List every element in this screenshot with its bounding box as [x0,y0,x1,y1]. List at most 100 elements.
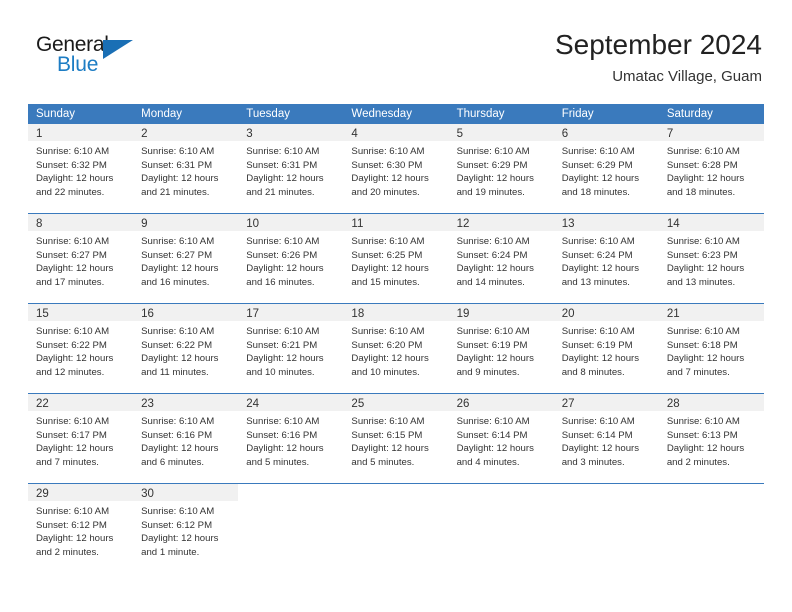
daylight-text-line2: and 2 minutes. [36,546,99,558]
day-cell[interactable]: 5 Sunrise: 6:10 AM Sunset: 6:29 PM Daylight… [448,124,554,213]
daylight-text-line2: and 14 minutes. [456,276,525,288]
weekday-header-saturday: Saturday [666,108,713,120]
day-info: Sunrise: 6:10 AM Sunset: 6:18 PM Daylight:… [659,321,764,379]
sunset-text: Sunset: 6:22 PM [36,339,107,351]
daylight-text-line1: Daylight: 12 hours [561,443,640,455]
day-cell[interactable]: 8 Sunrise: 6:10 AM Sunset: 6:27 PM Daylight… [28,214,134,303]
day-cell[interactable]: 20 Sunrise: 6:10 AM Sunset: 6:19 PM Dayligh… [553,304,659,393]
sunrise-text: Sunrise: 6:10 AM [666,236,740,247]
day-cell[interactable]: 28 Sunrise: 6:10 AM Sunset: 6:13 PM Dayligh… [658,394,764,483]
logo-text-blue: Blue [57,53,99,76]
day-number-band: 9 [133,214,239,231]
day-number-band: 22 [28,394,134,411]
day-cell[interactable]: 26 Sunrise: 6:10 AM Sunset: 6:14 PM Dayligh… [448,394,554,483]
day-cell[interactable]: 6 Sunrise: 6:10 AM Sunset: 6:29 PM Daylight… [553,124,659,213]
brand-logo[interactable]: General Blue [36,33,156,81]
daylight-text-line2: and 2 minutes. [666,456,730,468]
sunset-text: Sunset: 6:20 PM [351,339,423,351]
day-cell[interactable]: 19 Sunrise: 6:10 AM Sunset: 6:19 PM Dayligh… [448,304,554,393]
day-cell[interactable]: 27 Sunrise: 6:10 AM Sunset: 6:14 PM Dayligh… [553,394,659,483]
sunset-text: Sunset: 6:27 PM [141,249,213,261]
day-cell[interactable]: 21 Sunrise: 6:10 AM Sunset: 6:18 PM Dayligh… [658,304,764,393]
sunrise-text: Sunrise: 6:10 AM [141,236,215,247]
day-cell[interactable]: 29 Sunrise: 6:10 AM Sunset: 6:12 PM Dayligh… [28,484,134,573]
day-number-band: 24 [238,394,344,411]
triangle-icon [103,40,133,59]
daylight-text-line2: and 6 minutes. [141,456,205,468]
sunrise-text: Sunrise: 6:10 AM [246,416,320,427]
day-cell[interactable]: 7 Sunrise: 6:10 AM Sunset: 6:28 PM Daylight… [658,124,764,213]
day-cell[interactable]: 25 Sunrise: 6:10 AM Sunset: 6:15 PM Dayligh… [343,394,449,483]
sunrise-text: Sunrise: 6:10 AM [141,146,215,157]
day-info: Sunrise: 6:10 AM Sunset: 6:12 PM Daylight:… [133,501,238,559]
day-info: Sunrise: 6:10 AM Sunset: 6:31 PM Daylight:… [238,141,343,199]
day-cell[interactable]: 12 Sunrise: 6:10 AM Sunset: 6:24 PM Dayligh… [448,214,554,303]
sunrise-text: Sunrise: 6:10 AM [561,146,635,157]
daylight-text-line2: and 22 minutes. [36,186,105,198]
sunset-text: Sunset: 6:12 PM [36,519,107,531]
day-cell[interactable]: 2 Sunrise: 6:10 AM Sunset: 6:31 PM Daylight… [133,124,239,213]
daylight-text-line2: and 16 minutes. [141,276,210,288]
daylight-text-line1: Daylight: 12 hours [36,443,114,455]
day-info [238,501,343,505]
week-cells: 22 Sunrise: 6:10 AM Sunset: 6:17 PM Dayligh… [28,394,764,483]
day-cell[interactable]: 30 Sunrise: 6:10 AM Sunset: 6:12 PM Dayligh… [133,484,239,573]
day-number-band: 18 [343,304,449,321]
day-number: 6 [561,128,569,140]
day-cell[interactable]: 13 Sunrise: 6:10 AM Sunset: 6:24 PM Dayligh… [553,214,659,303]
sunrise-text: Sunrise: 6:10 AM [666,326,740,337]
day-cell-empty [449,484,554,573]
day-number: 18 [351,308,365,320]
day-info: Sunrise: 6:10 AM Sunset: 6:14 PM Daylight:… [449,411,554,469]
day-number-band [238,484,343,501]
sunset-text: Sunset: 6:18 PM [666,339,738,351]
day-cell[interactable]: 11 Sunrise: 6:10 AM Sunset: 6:25 PM Dayligh… [343,214,449,303]
day-info: Sunrise: 6:10 AM Sunset: 6:28 PM Daylight:… [659,141,764,199]
sunset-text: Sunset: 6:25 PM [351,249,423,261]
day-info: Sunrise: 6:10 AM Sunset: 6:15 PM Daylight:… [343,411,448,469]
day-number: 20 [561,308,575,320]
day-cell-empty [659,484,764,573]
daylight-text-line1: Daylight: 12 hours [141,353,219,365]
day-number: 11 [351,218,364,230]
sunrise-text: Sunrise: 6:10 AM [666,416,740,427]
day-cell[interactable]: 23 Sunrise: 6:10 AM Sunset: 6:16 PM Dayligh… [133,394,239,483]
sunrise-text: Sunrise: 6:10 AM [561,416,635,427]
day-cell[interactable]: 15 Sunrise: 6:10 AM Sunset: 6:22 PM Dayligh… [28,304,134,393]
day-cell[interactable]: 24 Sunrise: 6:10 AM Sunset: 6:16 PM Dayligh… [238,394,344,483]
day-cell[interactable]: 3 Sunrise: 6:10 AM Sunset: 6:31 PM Daylight… [238,124,344,213]
day-cell[interactable]: 18 Sunrise: 6:10 AM Sunset: 6:20 PM Dayligh… [343,304,449,393]
day-cell[interactable]: 9 Sunrise: 6:10 AM Sunset: 6:27 PM Daylight… [133,214,239,303]
day-cell[interactable]: 14 Sunrise: 6:10 AM Sunset: 6:23 PM Dayligh… [658,214,764,303]
daylight-text-line2: and 13 minutes. [666,276,736,288]
weekday-header-row: Sunday Monday Tuesday Wednesday Thursday Frid… [28,104,764,124]
day-number-band: 5 [448,124,554,141]
sunrise-text: Sunrise: 6:10 AM [351,236,425,247]
daylight-text-line1: Daylight: 12 hours [246,353,324,365]
day-cell[interactable]: 4 Sunrise: 6:10 AM Sunset: 6:30 PM Daylight… [343,124,449,213]
sunrise-text: Sunrise: 6:10 AM [456,326,530,337]
sunset-text: Sunset: 6:21 PM [246,339,318,351]
day-info: Sunrise: 6:10 AM Sunset: 6:19 PM Daylight:… [449,321,554,379]
day-info: Sunrise: 6:10 AM Sunset: 6:29 PM Daylight:… [554,141,659,199]
day-number-band: 19 [448,304,554,321]
daylight-text-line1: Daylight: 12 hours [36,173,114,185]
day-number: 9 [141,218,148,230]
daylight-text-line1: Daylight: 12 hours [36,353,114,365]
day-number-band: 21 [658,304,764,321]
sunrise-text: Sunrise: 6:10 AM [456,146,530,157]
day-cell[interactable]: 16 Sunrise: 6:10 AM Sunset: 6:22 PM Dayligh… [133,304,239,393]
daylight-text-line2: and 18 minutes. [561,186,630,198]
day-cell[interactable]: 10 Sunrise: 6:10 AM Sunset: 6:26 PM Dayligh… [238,214,344,303]
day-info: Sunrise: 6:10 AM Sunset: 6:14 PM Daylight:… [554,411,659,469]
sunset-text: Sunset: 6:17 PM [36,429,107,441]
day-number: 16 [141,308,154,320]
day-number-band: 25 [343,394,449,411]
day-number-band: 28 [658,394,764,411]
day-cell[interactable]: 1 Sunrise: 6:10 AM Sunset: 6:32 PM Daylight… [28,124,134,213]
day-info [343,501,448,505]
day-info: Sunrise: 6:10 AM Sunset: 6:22 PM Daylight:… [133,321,238,379]
day-cell[interactable]: 22 Sunrise: 6:10 AM Sunset: 6:17 PM Dayligh… [28,394,134,483]
day-cell[interactable]: 17 Sunrise: 6:10 AM Sunset: 6:21 PM Dayligh… [238,304,344,393]
day-cell-empty [238,484,343,573]
